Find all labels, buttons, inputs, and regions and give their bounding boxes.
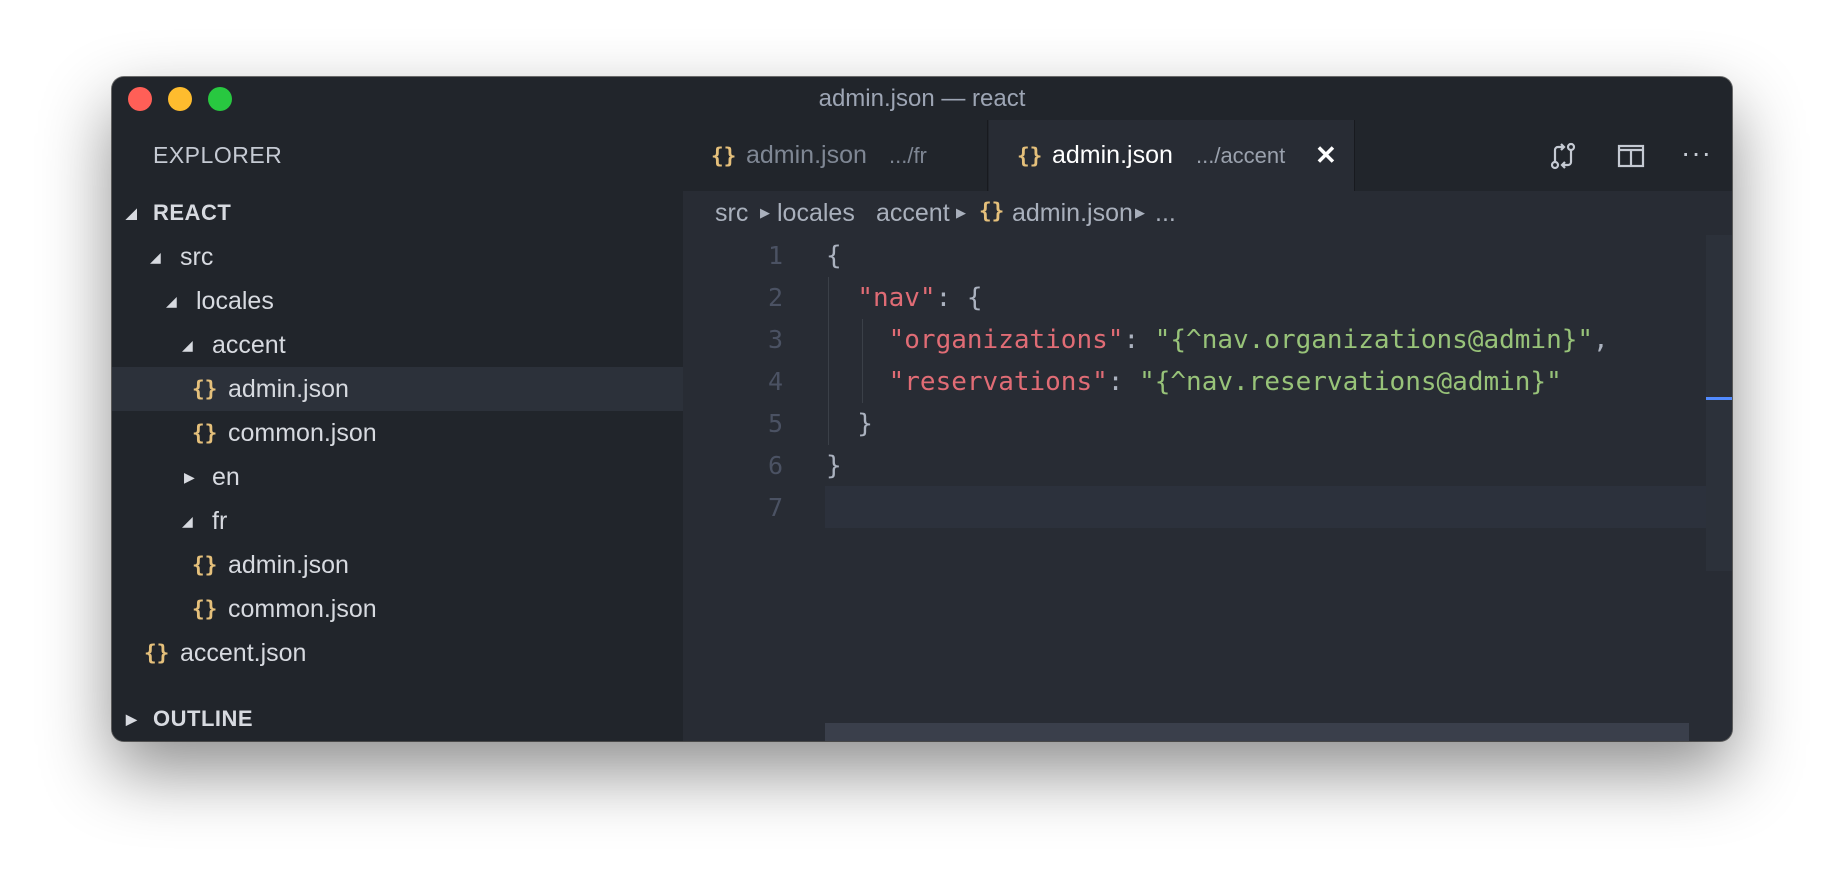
code-line-5: } bbox=[826, 409, 873, 439]
project-section-header[interactable]: ◢ REACT bbox=[112, 191, 683, 235]
tree-item-label: accent.json bbox=[180, 638, 307, 667]
tab-label: admin.json bbox=[746, 141, 867, 169]
tree-item-label: admin.json bbox=[228, 550, 349, 579]
tab-path: .../fr bbox=[889, 142, 927, 168]
tree-item-label: accent bbox=[212, 330, 286, 359]
expanded-icon: ◢ bbox=[126, 204, 138, 221]
tree-item-src[interactable]: ◢ src bbox=[112, 235, 683, 279]
tab-label: admin.json bbox=[1052, 141, 1173, 169]
outline-label: OUTLINE bbox=[153, 706, 254, 731]
json-file-icon: {} bbox=[192, 421, 218, 445]
chevron-right-icon: ▶ bbox=[1135, 205, 1145, 220]
code-editor[interactable]: 1 2 3 4 5 6 7 { "nav": { "organizations"… bbox=[683, 235, 1732, 741]
json-key: "organizations" bbox=[888, 325, 1124, 355]
json-key: "reservations" bbox=[888, 367, 1108, 397]
collapsed-icon: ▶ bbox=[126, 710, 138, 727]
tree-item-accent[interactable]: ◢ accent bbox=[112, 323, 683, 367]
tree-item-en[interactable]: ▶ en bbox=[112, 455, 683, 499]
explorer-sidebar: EXPLORER ◢ REACT ◢ src ◢ locales ◢ accen… bbox=[112, 120, 683, 741]
close-window-button[interactable] bbox=[128, 87, 152, 111]
tree-item-fr-admin-json[interactable]: {} admin.json bbox=[112, 543, 683, 587]
tab-path: .../accent bbox=[1196, 142, 1286, 168]
tree-item-label: src bbox=[180, 242, 214, 271]
git-compare-icon[interactable] bbox=[1547, 140, 1579, 172]
tree-item-accent-admin-json[interactable]: {} admin.json bbox=[112, 367, 683, 411]
code-line-1: { bbox=[826, 235, 842, 277]
json-file-icon: {} bbox=[192, 597, 218, 621]
expanded-icon: ◢ bbox=[182, 512, 193, 529]
json-file-icon: {} bbox=[144, 641, 170, 665]
tree-item-label: admin.json bbox=[228, 374, 349, 403]
code-line-4: "reservations": "{^nav.reservations@admi… bbox=[888, 367, 1562, 397]
expanded-icon: ◢ bbox=[166, 292, 177, 309]
title-bar: admin.json — react bbox=[112, 77, 1732, 120]
tab-fr-admin-json[interactable]: {} admin.json .../fr bbox=[683, 120, 988, 191]
expanded-icon: ◢ bbox=[182, 336, 193, 353]
active-line-highlight bbox=[825, 486, 1706, 528]
tree-item-label: en bbox=[212, 462, 240, 491]
tree-item-label: locales bbox=[196, 286, 274, 315]
json-key: "nav" bbox=[857, 283, 936, 313]
more-actions-icon[interactable]: ··· bbox=[1681, 139, 1713, 172]
code-line-6: } bbox=[826, 451, 842, 481]
json-file-icon: {} bbox=[979, 199, 1005, 223]
editor-window: admin.json — react EXPLORER ◢ REACT ◢ sr… bbox=[112, 77, 1732, 741]
scrollbar-cursor-marker bbox=[1706, 397, 1732, 400]
tab-bar: {} admin.json .../fr {} admin.json .../a… bbox=[683, 120, 1732, 191]
split-editor-icon[interactable] bbox=[1615, 140, 1647, 172]
editor-actions: ··· bbox=[1512, 120, 1732, 191]
close-tab-icon[interactable]: ✕ bbox=[1315, 140, 1337, 171]
line-number: 2 bbox=[767, 283, 783, 312]
json-file-icon: {} bbox=[711, 143, 737, 168]
minimize-window-button[interactable] bbox=[168, 87, 192, 111]
line-number: 6 bbox=[767, 451, 783, 480]
tree-item-accent-json[interactable]: {} accent.json bbox=[112, 631, 683, 675]
collapsed-icon: ▶ bbox=[184, 468, 195, 485]
chevron-right-icon: ▶ bbox=[760, 205, 770, 220]
file-tree: ◢ src ◢ locales ◢ accent {} admin.json {… bbox=[112, 235, 683, 697]
breadcrumb-item[interactable]: locales bbox=[777, 199, 855, 228]
tree-item-fr[interactable]: ◢ fr bbox=[112, 499, 683, 543]
line-number: 5 bbox=[767, 409, 783, 438]
explorer-title: EXPLORER bbox=[153, 142, 283, 168]
tree-item-locales[interactable]: ◢ locales bbox=[112, 279, 683, 323]
tree-item-accent-common-json[interactable]: {} common.json bbox=[112, 411, 683, 455]
line-number: 3 bbox=[767, 325, 783, 354]
project-label: REACT bbox=[153, 200, 232, 225]
chevron-right-icon: ▶ bbox=[956, 205, 966, 220]
breadcrumb-item[interactable]: accent bbox=[876, 199, 950, 228]
line-number: 4 bbox=[767, 367, 783, 396]
json-file-icon: {} bbox=[192, 553, 218, 577]
json-file-icon: {} bbox=[1017, 143, 1043, 168]
line-number: 7 bbox=[767, 493, 783, 522]
breadcrumb: src ▶ locales accent ▶ {} admin.json ▶ .… bbox=[683, 191, 1732, 235]
tree-item-fr-common-json[interactable]: {} common.json bbox=[112, 587, 683, 631]
code-line-2: "nav": { bbox=[857, 283, 983, 313]
tree-item-label: common.json bbox=[228, 418, 377, 447]
line-number: 1 bbox=[767, 241, 783, 270]
breadcrumb-item[interactable]: ... bbox=[1155, 199, 1176, 228]
window-title: admin.json — react bbox=[818, 84, 1026, 112]
tab-accent-admin-json[interactable]: {} admin.json .../accent ✕ bbox=[989, 120, 1355, 191]
json-string: "{^nav.reservations@admin}" bbox=[1139, 367, 1562, 397]
maximize-window-button[interactable] bbox=[208, 87, 232, 111]
code-line-3: "organizations": "{^nav.organizations@ad… bbox=[888, 325, 1609, 355]
punct: { bbox=[826, 241, 842, 271]
json-string: "{^nav.organizations@admin}" bbox=[1154, 325, 1594, 355]
tree-item-label: fr bbox=[212, 506, 228, 535]
vertical-scrollbar[interactable] bbox=[1706, 235, 1732, 571]
json-file-icon: {} bbox=[192, 377, 218, 401]
expanded-icon: ◢ bbox=[150, 248, 161, 265]
breadcrumb-item[interactable]: src bbox=[715, 199, 748, 228]
tree-item-label: common.json bbox=[228, 594, 377, 623]
horizontal-scrollbar[interactable] bbox=[825, 723, 1689, 741]
outline-section-header[interactable]: ▶ OUTLINE bbox=[112, 697, 683, 741]
breadcrumb-item[interactable]: admin.json bbox=[1012, 199, 1133, 228]
